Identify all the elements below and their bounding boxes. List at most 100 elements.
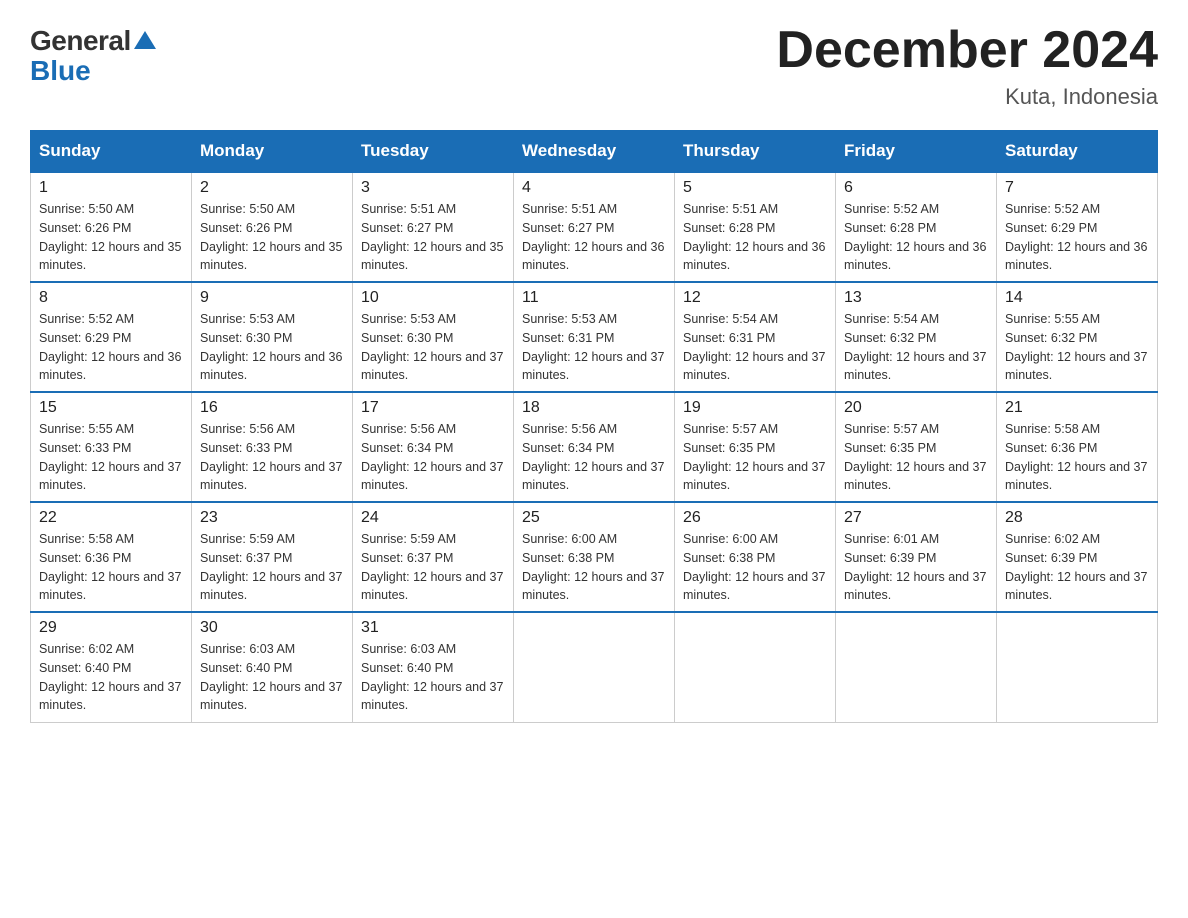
calendar-cell: 9 Sunrise: 5:53 AMSunset: 6:30 PMDayligh… (192, 282, 353, 392)
day-info: Sunrise: 5:51 AMSunset: 6:28 PMDaylight:… (683, 200, 827, 275)
day-info: Sunrise: 5:53 AMSunset: 6:30 PMDaylight:… (361, 310, 505, 385)
day-number: 31 (361, 619, 505, 637)
day-info: Sunrise: 5:53 AMSunset: 6:31 PMDaylight:… (522, 310, 666, 385)
day-info: Sunrise: 5:56 AMSunset: 6:33 PMDaylight:… (200, 420, 344, 495)
day-info: Sunrise: 5:50 AMSunset: 6:26 PMDaylight:… (200, 200, 344, 275)
day-number: 11 (522, 289, 666, 307)
day-info: Sunrise: 5:58 AMSunset: 6:36 PMDaylight:… (1005, 420, 1149, 495)
logo-blue-text: Blue (30, 55, 91, 87)
logo-arrow-icon (134, 31, 156, 54)
day-info: Sunrise: 5:56 AMSunset: 6:34 PMDaylight:… (522, 420, 666, 495)
title-block: December 2024 Kuta, Indonesia (776, 20, 1158, 110)
day-info: Sunrise: 6:01 AMSunset: 6:39 PMDaylight:… (844, 530, 988, 605)
day-info: Sunrise: 5:53 AMSunset: 6:30 PMDaylight:… (200, 310, 344, 385)
day-number: 17 (361, 399, 505, 417)
calendar-cell: 25 Sunrise: 6:00 AMSunset: 6:38 PMDaylig… (514, 502, 675, 612)
logo-general-text: General (30, 25, 131, 57)
day-info: Sunrise: 5:50 AMSunset: 6:26 PMDaylight:… (39, 200, 183, 275)
day-info: Sunrise: 6:00 AMSunset: 6:38 PMDaylight:… (522, 530, 666, 605)
calendar-body: 1 Sunrise: 5:50 AMSunset: 6:26 PMDayligh… (31, 172, 1158, 722)
day-number: 8 (39, 289, 183, 307)
day-number: 12 (683, 289, 827, 307)
day-info: Sunrise: 5:52 AMSunset: 6:29 PMDaylight:… (1005, 200, 1149, 275)
day-info: Sunrise: 5:52 AMSunset: 6:29 PMDaylight:… (39, 310, 183, 385)
calendar-cell: 12 Sunrise: 5:54 AMSunset: 6:31 PMDaylig… (675, 282, 836, 392)
day-number: 20 (844, 399, 988, 417)
day-number: 21 (1005, 399, 1149, 417)
day-info: Sunrise: 5:54 AMSunset: 6:31 PMDaylight:… (683, 310, 827, 385)
day-number: 16 (200, 399, 344, 417)
day-number: 9 (200, 289, 344, 307)
calendar-week-row: 22 Sunrise: 5:58 AMSunset: 6:36 PMDaylig… (31, 502, 1158, 612)
calendar-cell: 16 Sunrise: 5:56 AMSunset: 6:33 PMDaylig… (192, 392, 353, 502)
calendar-cell: 2 Sunrise: 5:50 AMSunset: 6:26 PMDayligh… (192, 172, 353, 282)
calendar-header-row: SundayMondayTuesdayWednesdayThursdayFrid… (31, 131, 1158, 173)
day-info: Sunrise: 5:59 AMSunset: 6:37 PMDaylight:… (361, 530, 505, 605)
day-number: 7 (1005, 179, 1149, 197)
calendar-cell: 30 Sunrise: 6:03 AMSunset: 6:40 PMDaylig… (192, 612, 353, 722)
day-info: Sunrise: 5:57 AMSunset: 6:35 PMDaylight:… (844, 420, 988, 495)
calendar-cell: 14 Sunrise: 5:55 AMSunset: 6:32 PMDaylig… (997, 282, 1158, 392)
day-info: Sunrise: 6:03 AMSunset: 6:40 PMDaylight:… (200, 640, 344, 715)
calendar-week-row: 29 Sunrise: 6:02 AMSunset: 6:40 PMDaylig… (31, 612, 1158, 722)
day-number: 29 (39, 619, 183, 637)
day-number: 25 (522, 509, 666, 527)
day-number: 5 (683, 179, 827, 197)
calendar-cell: 21 Sunrise: 5:58 AMSunset: 6:36 PMDaylig… (997, 392, 1158, 502)
calendar-cell: 19 Sunrise: 5:57 AMSunset: 6:35 PMDaylig… (675, 392, 836, 502)
day-info: Sunrise: 5:55 AMSunset: 6:33 PMDaylight:… (39, 420, 183, 495)
day-info: Sunrise: 6:02 AMSunset: 6:39 PMDaylight:… (1005, 530, 1149, 605)
calendar-cell: 17 Sunrise: 5:56 AMSunset: 6:34 PMDaylig… (353, 392, 514, 502)
page-header: General Blue December 2024 Kuta, Indones… (30, 20, 1158, 110)
day-info: Sunrise: 5:55 AMSunset: 6:32 PMDaylight:… (1005, 310, 1149, 385)
day-number: 13 (844, 289, 988, 307)
day-number: 4 (522, 179, 666, 197)
column-header-saturday: Saturday (997, 131, 1158, 173)
day-info: Sunrise: 6:00 AMSunset: 6:38 PMDaylight:… (683, 530, 827, 605)
column-header-tuesday: Tuesday (353, 131, 514, 173)
day-info: Sunrise: 5:52 AMSunset: 6:28 PMDaylight:… (844, 200, 988, 275)
column-header-thursday: Thursday (675, 131, 836, 173)
calendar-week-row: 15 Sunrise: 5:55 AMSunset: 6:33 PMDaylig… (31, 392, 1158, 502)
day-number: 24 (361, 509, 505, 527)
day-number: 2 (200, 179, 344, 197)
day-number: 23 (200, 509, 344, 527)
calendar-cell (997, 612, 1158, 722)
calendar-table: SundayMondayTuesdayWednesdayThursdayFrid… (30, 130, 1158, 723)
calendar-cell: 4 Sunrise: 5:51 AMSunset: 6:27 PMDayligh… (514, 172, 675, 282)
day-number: 15 (39, 399, 183, 417)
calendar-cell: 5 Sunrise: 5:51 AMSunset: 6:28 PMDayligh… (675, 172, 836, 282)
calendar-cell: 20 Sunrise: 5:57 AMSunset: 6:35 PMDaylig… (836, 392, 997, 502)
calendar-cell: 28 Sunrise: 6:02 AMSunset: 6:39 PMDaylig… (997, 502, 1158, 612)
day-number: 10 (361, 289, 505, 307)
calendar-cell: 15 Sunrise: 5:55 AMSunset: 6:33 PMDaylig… (31, 392, 192, 502)
day-info: Sunrise: 5:54 AMSunset: 6:32 PMDaylight:… (844, 310, 988, 385)
day-number: 28 (1005, 509, 1149, 527)
calendar-cell: 8 Sunrise: 5:52 AMSunset: 6:29 PMDayligh… (31, 282, 192, 392)
day-number: 19 (683, 399, 827, 417)
calendar-cell: 7 Sunrise: 5:52 AMSunset: 6:29 PMDayligh… (997, 172, 1158, 282)
calendar-week-row: 8 Sunrise: 5:52 AMSunset: 6:29 PMDayligh… (31, 282, 1158, 392)
day-info: Sunrise: 5:57 AMSunset: 6:35 PMDaylight:… (683, 420, 827, 495)
day-info: Sunrise: 5:58 AMSunset: 6:36 PMDaylight:… (39, 530, 183, 605)
calendar-cell: 6 Sunrise: 5:52 AMSunset: 6:28 PMDayligh… (836, 172, 997, 282)
location-subtitle: Kuta, Indonesia (776, 84, 1158, 110)
day-number: 6 (844, 179, 988, 197)
day-number: 14 (1005, 289, 1149, 307)
day-info: Sunrise: 6:03 AMSunset: 6:40 PMDaylight:… (361, 640, 505, 715)
day-number: 3 (361, 179, 505, 197)
calendar-cell (514, 612, 675, 722)
month-title: December 2024 (776, 20, 1158, 80)
calendar-cell: 27 Sunrise: 6:01 AMSunset: 6:39 PMDaylig… (836, 502, 997, 612)
calendar-cell: 31 Sunrise: 6:03 AMSunset: 6:40 PMDaylig… (353, 612, 514, 722)
day-info: Sunrise: 5:59 AMSunset: 6:37 PMDaylight:… (200, 530, 344, 605)
calendar-cell: 23 Sunrise: 5:59 AMSunset: 6:37 PMDaylig… (192, 502, 353, 612)
calendar-cell: 26 Sunrise: 6:00 AMSunset: 6:38 PMDaylig… (675, 502, 836, 612)
day-number: 1 (39, 179, 183, 197)
calendar-cell: 24 Sunrise: 5:59 AMSunset: 6:37 PMDaylig… (353, 502, 514, 612)
day-info: Sunrise: 5:56 AMSunset: 6:34 PMDaylight:… (361, 420, 505, 495)
day-info: Sunrise: 5:51 AMSunset: 6:27 PMDaylight:… (522, 200, 666, 275)
calendar-cell: 1 Sunrise: 5:50 AMSunset: 6:26 PMDayligh… (31, 172, 192, 282)
day-info: Sunrise: 6:02 AMSunset: 6:40 PMDaylight:… (39, 640, 183, 715)
calendar-cell (836, 612, 997, 722)
